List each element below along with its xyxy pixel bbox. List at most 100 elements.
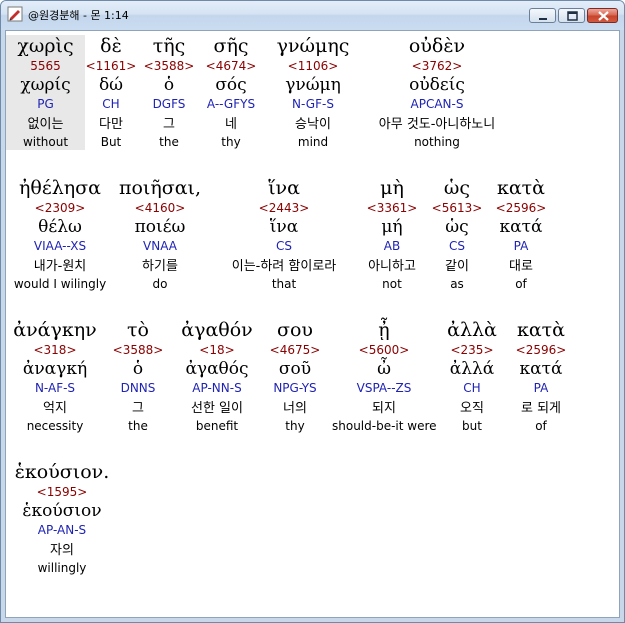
lemma: κατά xyxy=(519,359,563,379)
word-block-agathon[interactable]: ἀγαθόν <18> ἀγαθός AP-NN-S 선한 일이 benefit xyxy=(172,319,262,434)
interlinear-panel: χωρὶς 5565 χωρίς PG 없이는 without δὲ <1161… xyxy=(5,30,620,618)
app-window: @원경분해 - 몬 1:14 χωρὶς 5565 χωρίς PG 없이는 w… xyxy=(0,0,625,623)
parsing-code: VNAA xyxy=(143,239,177,253)
greek-word: ἀλλὰ xyxy=(447,319,497,341)
english-gloss: the xyxy=(159,135,179,149)
english-gloss: necessity xyxy=(26,419,84,433)
english-gloss: willingly xyxy=(37,561,87,575)
lemma: ἑκούσιον xyxy=(22,501,102,521)
window-title: @원경분해 - 몬 1:14 xyxy=(28,9,129,22)
word-block-sou[interactable]: σου <4675> σοῦ NPG-YS 너의 thy xyxy=(264,319,326,434)
minimize-button[interactable] xyxy=(529,8,556,23)
english-gloss: without xyxy=(22,135,69,149)
parsing-code: A--GFYS xyxy=(206,97,256,111)
strong-number: <4160> xyxy=(134,201,186,215)
strong-number: <4674> xyxy=(205,59,257,73)
word-block-hekousion[interactable]: ἑκούσιον. <1595> ἑκούσιον AP-AN-S 자의 wil… xyxy=(6,461,118,576)
parsing-code: N-GF-S xyxy=(292,97,334,111)
korean-gloss: 아니하고 xyxy=(368,259,416,274)
word-block-ouden[interactable]: οὐδὲν <3762> οὐδείς APCAN-S 아무 것도-아니하노니 … xyxy=(363,35,511,150)
parsing-code: AP-AN-S xyxy=(37,523,87,537)
korean-gloss: 네 xyxy=(225,117,237,132)
korean-gloss: 내가-원치 xyxy=(33,259,87,274)
lemma: κατά xyxy=(499,217,543,237)
word-block-to[interactable]: τὸ <3588> ὁ DNNS 그 the xyxy=(106,319,170,434)
word-block-hina[interactable]: ἵνα <2443> ἵνα CS 이는-하려 함이로라 that xyxy=(216,177,352,292)
word-block-hos[interactable]: ὡς <5613> ὡς CS 같이 as xyxy=(430,177,484,292)
korean-gloss: 선한 일이 xyxy=(191,401,243,416)
korean-gloss: 그 xyxy=(132,401,144,416)
word-block-ses[interactable]: σῆς <4674> σός A--GFYS 네 thy xyxy=(201,35,261,150)
greek-word: μὴ xyxy=(380,177,404,199)
parsing-code: APCAN-S xyxy=(410,97,464,111)
word-block-poiesai[interactable]: ποιῆσαι, <4160> ποιέω VNAA 하기를 do xyxy=(114,177,206,292)
strong-number: <5600> xyxy=(358,343,410,357)
parsing-code: VIAA--XS xyxy=(33,239,87,253)
word-block-ananken[interactable]: ἀνάγκην <318> ἀναγκή N-AF-S 억지 necessity xyxy=(6,319,104,434)
english-gloss: as xyxy=(450,277,464,291)
word-block-gnomes[interactable]: γνώμης <1106> γνώμη N-GF-S 승낙이 mind xyxy=(270,35,356,150)
english-gloss: do xyxy=(152,277,168,291)
english-gloss: should-be-it were xyxy=(332,419,437,433)
parsing-code: DGFS xyxy=(152,97,186,111)
lemma: γνώμη xyxy=(285,75,341,95)
korean-gloss: 같이 xyxy=(445,259,469,274)
close-button[interactable] xyxy=(587,8,618,23)
word-block-kata[interactable]: κατὰ <2596> κατά PA 대로 of xyxy=(490,177,552,292)
word-block-kata-2[interactable]: κατὰ <2596> κατά PA 로 되게 of xyxy=(508,319,574,434)
english-gloss: thy xyxy=(221,135,241,149)
word-block-tes[interactable]: τῆς <3588> ὁ DGFS 그 the xyxy=(139,35,199,150)
english-gloss: But xyxy=(100,135,122,149)
app-icon[interactable] xyxy=(7,6,23,22)
word-block-me[interactable]: μὴ <3361> μή AB 아니하고 not xyxy=(356,177,428,292)
english-gloss: would I wilingly xyxy=(13,277,107,291)
word-block-alla[interactable]: ἀλλὰ <235> ἀλλά CH 오직 but xyxy=(440,319,504,434)
lemma: σοῦ xyxy=(278,359,312,379)
minimize-icon xyxy=(539,18,547,20)
close-icon xyxy=(598,11,609,21)
korean-gloss: 오직 xyxy=(460,401,484,416)
english-gloss: of xyxy=(515,277,527,291)
maximize-icon xyxy=(567,11,578,21)
korean-gloss: 없이는 xyxy=(27,117,64,132)
parsing-code: NPG-YS xyxy=(273,381,317,395)
strong-number: 5565 xyxy=(30,59,61,73)
title-bar[interactable]: @원경분해 - 몬 1:14 xyxy=(1,1,624,30)
strong-number: <1161> xyxy=(85,59,137,73)
word-block-choris[interactable]: χωρὶς 5565 χωρίς PG 없이는 without xyxy=(6,35,85,150)
lemma: οὐδείς xyxy=(409,75,465,95)
strong-number: <3762> xyxy=(411,59,463,73)
greek-word: γνώμης xyxy=(276,35,350,57)
greek-word: ποιῆσαι, xyxy=(118,177,202,199)
greek-word: ἵνα xyxy=(268,177,300,199)
greek-word: ἑκούσιον. xyxy=(14,461,110,483)
parsing-code: PA xyxy=(533,381,549,395)
greek-word: οὐδὲν xyxy=(408,35,466,57)
korean-gloss: 로 되게 xyxy=(520,401,561,416)
greek-word: τὸ xyxy=(127,319,149,341)
greek-word: ἀνάγκην xyxy=(13,319,97,341)
word-block-ethelesa[interactable]: ἠθέλησα <2309> θέλω VIAA--XS 내가-원치 would… xyxy=(6,177,114,292)
greek-word: χωρὶς xyxy=(17,35,74,57)
greek-word: τῆς xyxy=(152,35,186,57)
parsing-code: CS xyxy=(449,239,465,253)
strong-number: <4675> xyxy=(269,343,321,357)
korean-gloss: 아무 것도-아니하노니 xyxy=(378,117,496,132)
lemma: ὡς xyxy=(445,217,469,237)
lemma: χωρίς xyxy=(20,75,71,95)
parsing-code: AP-NN-S xyxy=(192,381,242,395)
lemma: ἵνα xyxy=(269,217,299,237)
greek-word: ᾖ xyxy=(378,319,390,341)
strong-number: <18> xyxy=(199,343,235,357)
word-block-de[interactable]: δὲ <1161> δώ CH 다만 But xyxy=(85,35,137,150)
english-gloss: benefit xyxy=(195,419,239,433)
strong-number: <1595> xyxy=(36,485,88,499)
strong-number: <2309> xyxy=(34,201,86,215)
korean-gloss: 그 xyxy=(163,117,175,132)
maximize-button[interactable] xyxy=(558,8,585,23)
greek-word: σῆς xyxy=(213,35,249,57)
strong-number: <2596> xyxy=(515,343,567,357)
word-block-e[interactable]: ᾖ <5600> ὦ VSPA--ZS 되지 should-be-it were xyxy=(332,319,437,434)
parsing-code: CH xyxy=(102,97,120,111)
lemma: μή xyxy=(381,217,403,237)
